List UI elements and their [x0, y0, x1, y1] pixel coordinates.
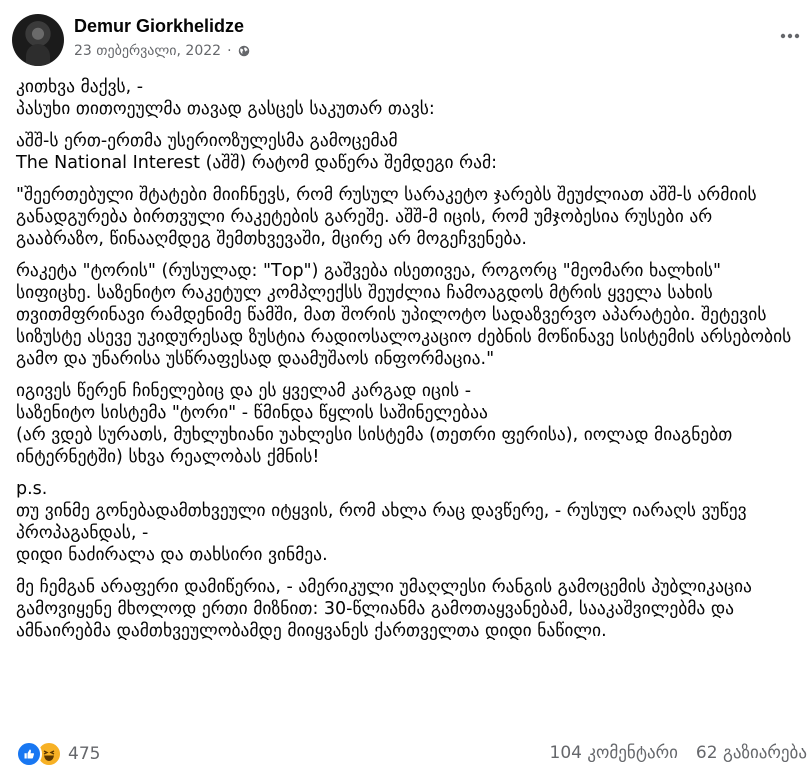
shares-count[interactable]: 62 გაზიარება	[696, 743, 807, 763]
post-body: კითხვა მაქვს, - პასუხი თითოეულმა თავად გ…	[16, 76, 796, 652]
like-icon	[16, 741, 42, 767]
post-paragraph: კითხვა მაქვს, - პასუხი თითოეულმა თავად გ…	[16, 77, 435, 119]
post-paragraph: აშშ-ს ერთ-ერთმა უსერიოზულესმა გამოცემამ …	[16, 131, 497, 173]
ellipsis-icon	[780, 33, 800, 39]
avatar[interactable]	[12, 14, 64, 66]
post-paragraph: "შეერთებული შტატები მიიჩნევს, რომ რუსულ …	[16, 185, 757, 249]
comments-count[interactable]: 104 კომენტარი	[550, 743, 678, 763]
more-options-icon[interactable]	[778, 24, 802, 48]
reactions-summary[interactable]: 475	[16, 741, 100, 767]
post-date[interactable]: 23 თებერვალი, 2022	[74, 43, 221, 59]
post-meta: 23 თებერვალი, 2022 ·	[74, 43, 250, 59]
globe-icon[interactable]	[238, 45, 250, 57]
post-stats: 104 კომენტარი 62 გაზიარება	[550, 743, 807, 763]
post-paragraph: რაკეტა "ტორის" (რუსულად: "Тор") გაშვება …	[16, 261, 792, 369]
post-footer: 475 104 კომენტარი 62 გაზიარება	[16, 741, 807, 769]
post-header: Demur Giorkhelidze 23 თებერვალი, 2022 ·	[12, 10, 802, 66]
author-name[interactable]: Demur Giorkhelidze	[74, 16, 244, 37]
post-paragraph: მე ჩემგან არაფერი დამიწერია, - ამერიკული…	[16, 577, 752, 641]
meta-separator: ·	[227, 43, 232, 59]
reaction-count: 475	[68, 744, 101, 764]
post-paragraph: p.s. თუ ვინმე გონებადამთხვეული იტყვის, რ…	[16, 479, 747, 565]
post-paragraph: იგივეს წერენ ჩინელებიც და ეს ყველამ კარგ…	[16, 381, 733, 467]
facebook-post: Demur Giorkhelidze 23 თებერვალი, 2022 · …	[0, 0, 807, 778]
